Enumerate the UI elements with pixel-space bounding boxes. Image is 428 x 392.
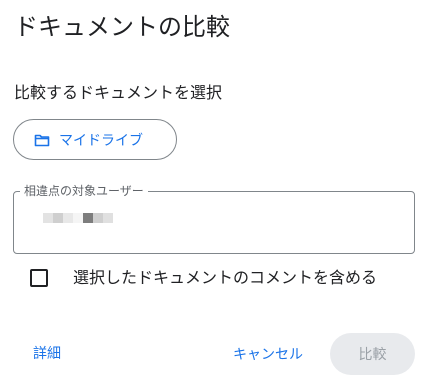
cancel-button[interactable]: キャンセル xyxy=(226,334,310,374)
obscured-value-pixel xyxy=(33,213,43,223)
select-document-label: 比較するドキュメントを選択 xyxy=(14,83,223,102)
compare-button[interactable]: 比較 xyxy=(330,333,415,375)
obscured-value-pixel xyxy=(83,213,93,223)
details-link[interactable]: 詳細 xyxy=(33,343,61,365)
obscured-value-pixel xyxy=(53,213,63,223)
obscured-value-pixel xyxy=(43,213,53,223)
include-comments-option[interactable]: 選択したドキュメントのコメントを含める xyxy=(30,266,377,290)
obscured-value-pixel xyxy=(103,213,113,223)
include-comments-label: 選択したドキュメントのコメントを含める xyxy=(73,268,378,287)
obscured-value-pixel xyxy=(93,213,103,223)
dialog-title: ドキュメントの比較 xyxy=(14,13,230,41)
folder-icon xyxy=(34,133,50,147)
obscured-value-pixel xyxy=(63,213,73,223)
my-drive-label: マイドライブ xyxy=(59,132,143,149)
include-comments-checkbox[interactable] xyxy=(30,269,48,287)
target-user-field-label: 相違点の対象ユーザー xyxy=(20,182,148,200)
my-drive-button[interactable]: マイドライブ xyxy=(13,119,177,160)
target-user-value xyxy=(33,213,113,223)
compare-documents-dialog: ドキュメントの比較 比較するドキュメントを選択 マイドライブ 相違点の対象ユーザ… xyxy=(0,0,428,392)
obscured-value-pixel xyxy=(73,213,83,223)
